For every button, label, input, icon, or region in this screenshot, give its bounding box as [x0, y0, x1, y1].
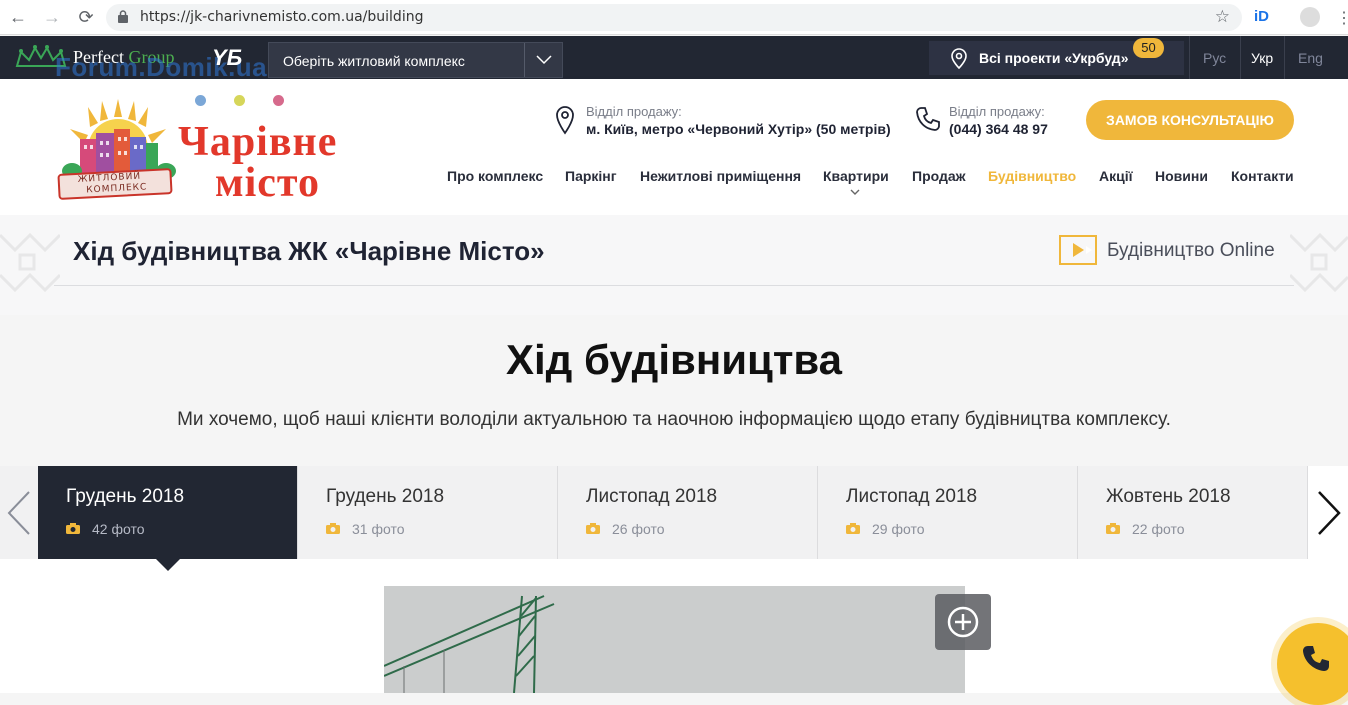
address-bar[interactable]: https://jk-charivnemisto.com.ua/building… [106, 4, 1242, 31]
site-header: ЖИТЛОВИЙ КОМПЛЕКС Чарівне місто Відділ п… [0, 79, 1348, 215]
zoom-plus-icon[interactable] [935, 594, 991, 650]
menu-commercial[interactable]: Нежитлові приміщення [640, 168, 801, 184]
divider [1284, 36, 1285, 79]
menu-promotions[interactable]: Акції [1099, 168, 1133, 184]
url-text: https://jk-charivnemisto.com.ua/building [140, 9, 424, 25]
camera-icon [1106, 523, 1120, 534]
month-label: Листопад 2018 [586, 486, 718, 507]
chevron-right-icon [1318, 491, 1341, 535]
order-consultation-button[interactable]: ЗАМОВ КОНСУЛЬТАЦІЮ [1086, 100, 1294, 140]
construction-photo[interactable] [384, 586, 965, 693]
extension-avatar-icon[interactable] [1300, 7, 1320, 27]
crane-illustration [384, 586, 965, 693]
divider [54, 285, 1294, 286]
photo-count: 22 фото [1132, 521, 1185, 537]
month-tab[interactable]: Грудень 2018 31 фото [298, 466, 558, 559]
browser-menu-icon[interactable]: ⋮ [1336, 8, 1348, 28]
bookmark-star-icon[interactable]: ☆ [1215, 7, 1230, 27]
menu-contacts[interactable]: Контакти [1231, 168, 1294, 184]
menu-news[interactable]: Новини [1155, 168, 1208, 184]
complex-select-label: Оберіть житловий комплекс [283, 53, 465, 69]
logo-title-line2: місто [215, 160, 320, 206]
dot [234, 95, 245, 106]
location-pin-icon [951, 48, 967, 70]
month-tab[interactable]: Листопад 2018 26 фото [558, 466, 818, 559]
all-projects-label: Всі проекти «Укрбуд» [979, 50, 1129, 66]
section-heading: Хід будівництва [505, 336, 843, 383]
browser-toolbar: ← → ⟳ https://jk-charivnemisto.com.ua/bu… [0, 0, 1348, 35]
phone-icon [1303, 646, 1329, 671]
page-title: Хід будівництва ЖК «Чарівне Місто» [73, 236, 545, 266]
top-bar: Perfect Group Forum.Domik.ua YБ Оберіть … [0, 36, 1348, 82]
lang-en[interactable]: Eng [1298, 50, 1323, 66]
month-label: Листопад 2018 [846, 486, 978, 507]
back-arrow-icon[interactable]: ← [8, 7, 28, 27]
lock-icon [118, 10, 128, 23]
dot [195, 95, 206, 106]
chevron-down-icon[interactable] [524, 43, 562, 77]
month-label: Грудень 2018 [66, 486, 185, 507]
ornament-pattern [1290, 232, 1348, 293]
menu-parking[interactable]: Паркінг [565, 168, 617, 184]
active-tab-pointer [156, 559, 180, 571]
menu-construction[interactable]: Будівництво [988, 168, 1076, 184]
ukrbud-logo[interactable]: YБ [212, 45, 242, 71]
month-tab[interactable]: Жовтень 2018 22 фото [1078, 466, 1308, 559]
lang-uk[interactable]: Укр [1251, 50, 1273, 66]
month-label: Жовтень 2018 [1106, 486, 1231, 507]
logo-dots [195, 95, 284, 106]
logo-ribbon-bottom: КОМПЛЕКС [86, 182, 148, 196]
section-subtitle: Ми хочемо, щоб наші клієнти володіли акт… [177, 409, 1171, 430]
menu-about[interactable]: Про комплекс [447, 168, 543, 184]
play-icon[interactable] [1059, 235, 1097, 265]
menu-sales[interactable]: Продаж [912, 168, 966, 184]
sales-phone-value[interactable]: (044) 364 48 97 [949, 121, 1048, 137]
chevron-left-icon [7, 491, 30, 535]
dot [273, 95, 284, 106]
photo-count: 31 фото [352, 521, 405, 537]
construction-online-link[interactable]: Будівництво Online [1107, 240, 1275, 262]
all-projects-button[interactable]: Всі проекти «Укрбуд» 50 [929, 38, 1184, 75]
camera-icon [586, 523, 600, 534]
slider-prev-button[interactable] [0, 466, 38, 559]
camera-icon [846, 523, 860, 534]
sales-address: Відділ продажу: м. Київ, метро «Червоний… [586, 104, 891, 137]
projects-count-badge: 50 [1133, 38, 1164, 58]
photo-count: 29 фото [872, 521, 925, 537]
reload-icon[interactable]: ⟳ [76, 7, 96, 27]
location-pin-icon [556, 106, 574, 135]
extension-id-icon[interactable]: iD [1254, 8, 1269, 25]
chevron-down-icon[interactable] [850, 187, 860, 199]
slider-next-button[interactable] [1308, 466, 1348, 559]
divider [1189, 36, 1190, 79]
forward-arrow-icon[interactable]: → [42, 7, 62, 27]
sales-phone: Відділ продажу: (044) 364 48 97 [949, 104, 1048, 137]
camera-icon [66, 523, 80, 534]
sales-address-caption: Відділ продажу: [586, 104, 682, 119]
lang-ru[interactable]: Рус [1203, 50, 1226, 66]
complex-select[interactable]: Оберіть житловий комплекс [268, 42, 563, 78]
photo-count: 26 фото [612, 521, 665, 537]
sales-address-value: м. Київ, метро «Червоний Хутір» (50 метр… [586, 121, 891, 137]
site-logo[interactable]: ЖИТЛОВИЙ КОМПЛЕКС Чарівне місто [50, 85, 370, 206]
ornament-pattern [0, 232, 60, 293]
month-tab[interactable]: Листопад 2018 29 фото [818, 466, 1078, 559]
sales-phone-caption: Відділ продажу: [949, 104, 1045, 119]
phone-icon [916, 107, 940, 131]
menu-apartments[interactable]: Квартири [823, 168, 889, 184]
divider [1240, 36, 1241, 79]
month-label: Грудень 2018 [326, 486, 445, 507]
photo-count: 42 фото [92, 521, 145, 537]
camera-icon [326, 523, 340, 534]
month-tab[interactable]: Грудень 2018 42 фото [38, 466, 298, 559]
